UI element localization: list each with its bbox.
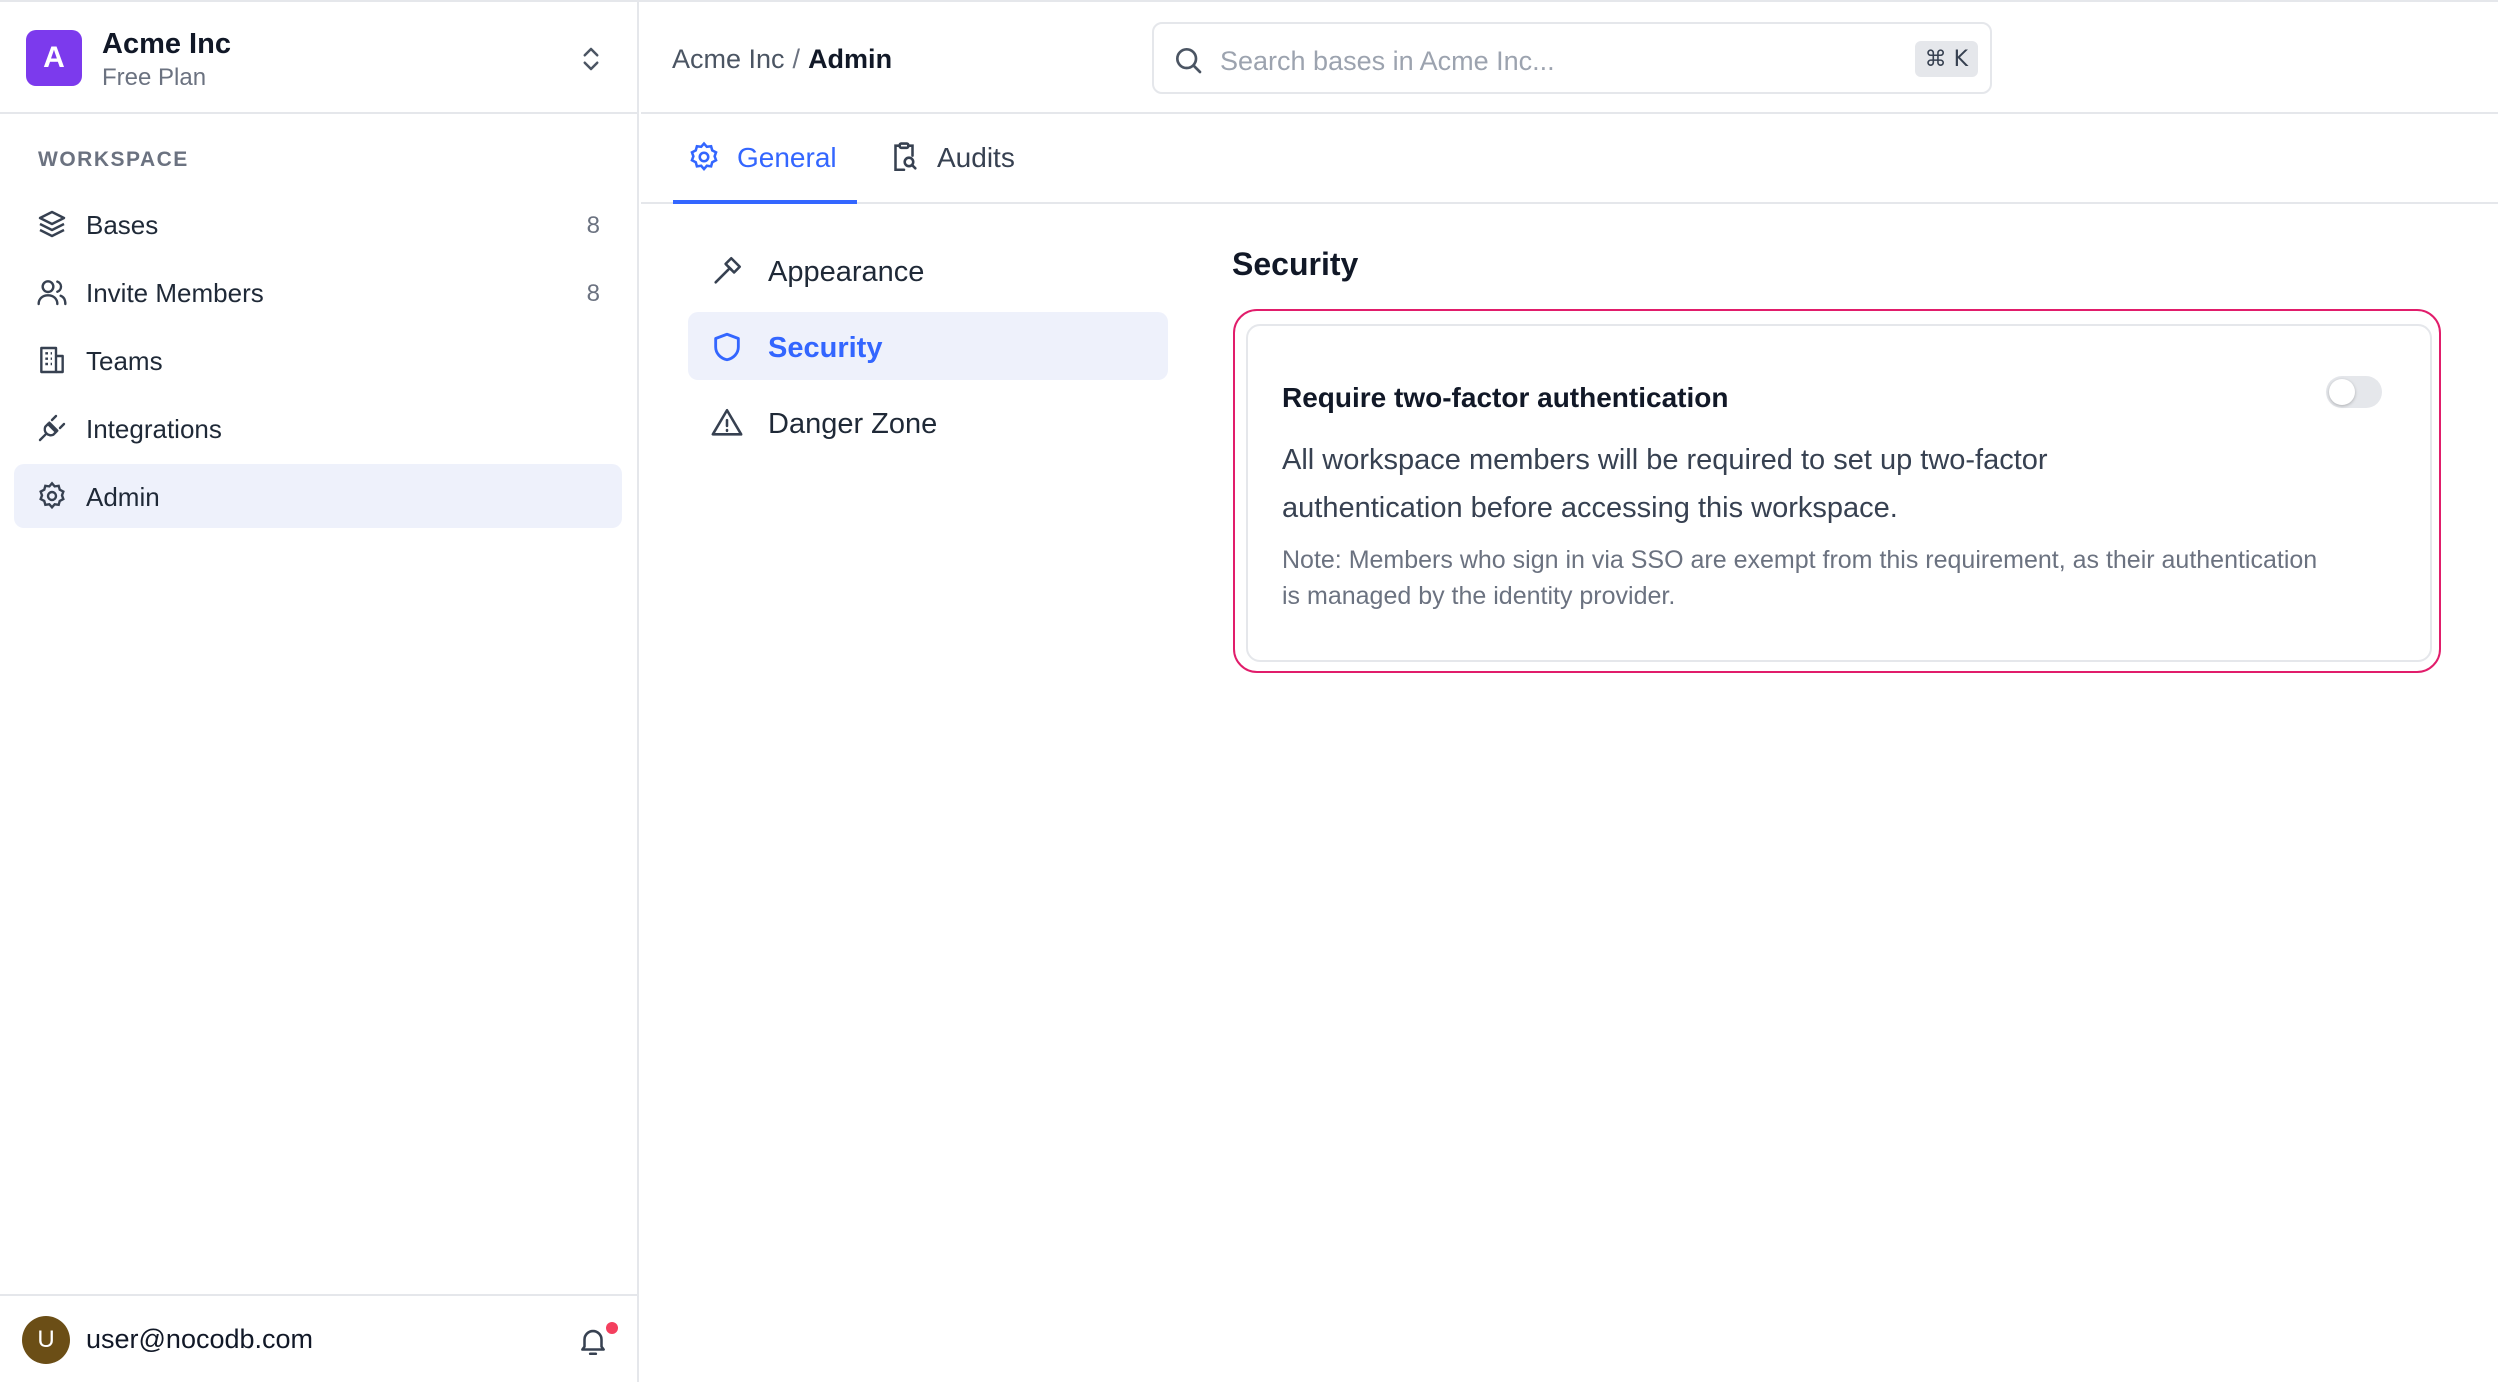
- sidebar-item-label: Integrations: [86, 414, 222, 444]
- toggle-knob: [2329, 379, 2355, 405]
- two-factor-card: Require two-factor authentication All wo…: [1246, 324, 2432, 662]
- user-bar: U user@nocodb.com: [0, 1294, 637, 1382]
- sidebar-item-integrations[interactable]: Integrations: [14, 396, 622, 460]
- submenu-item-security[interactable]: Security: [688, 312, 1168, 380]
- search-icon: [1176, 48, 1202, 74]
- notification-dot: [606, 1322, 618, 1334]
- workspace-plan: Free Plan: [102, 64, 207, 91]
- users-icon: [37, 280, 67, 306]
- card-note: Note: Members who sign in via SSO are ex…: [1282, 546, 2318, 610]
- sidebar-item-bases[interactable]: Bases 8: [14, 192, 622, 256]
- tab-audits[interactable]: Audits: [887, 114, 1037, 204]
- sidebar-item-count: 8: [586, 280, 600, 307]
- app-window: A Acme Inc Free Plan WORKSPACE Bases 8 I…: [0, 0, 2498, 1382]
- submenu-label: Danger Zone: [768, 408, 938, 440]
- shortcut-badge: ⌘ K: [1914, 41, 1978, 77]
- submenu-item-danger-zone[interactable]: Danger Zone: [688, 388, 1168, 456]
- user-email[interactable]: user@nocodb.com: [86, 1324, 313, 1355]
- tab-label: General: [737, 142, 837, 173]
- shield-icon: [714, 332, 740, 362]
- breadcrumb-current: Admin: [808, 44, 893, 74]
- submenu-label: Appearance: [768, 256, 925, 288]
- warning-icon: [711, 408, 743, 436]
- breadcrumb-separator: /: [792, 44, 801, 74]
- plug-icon: [38, 414, 66, 442]
- search-input[interactable]: Search bases in Acme Inc... ⌘ K: [1152, 22, 1992, 94]
- card-description: All workspace members will be required t…: [1282, 444, 2048, 524]
- bell-icon[interactable]: [576, 1324, 610, 1358]
- sidebar-item-count: 8: [586, 212, 600, 239]
- workspace-name: Acme Inc: [102, 28, 231, 60]
- tab-bar: General Audits: [641, 114, 2498, 204]
- building-icon: [40, 346, 64, 374]
- avatar[interactable]: U: [22, 1316, 70, 1364]
- gear-icon: [690, 141, 718, 171]
- sidebar-item-label: Admin: [86, 482, 160, 512]
- sidebar-item-label: Invite Members: [86, 278, 264, 308]
- card-title: Require two-factor authentication: [1282, 382, 1729, 413]
- breadcrumb-parent[interactable]: Acme Inc: [672, 44, 785, 74]
- sidebar-section-title: WORKSPACE: [38, 148, 189, 171]
- tab-label: Audits: [937, 142, 1015, 173]
- section-heading: Security: [1232, 246, 1359, 282]
- submenu-item-appearance[interactable]: Appearance: [688, 236, 1168, 304]
- two-factor-toggle[interactable]: [2326, 376, 2382, 408]
- breadcrumb: Acme Inc / Admin: [672, 44, 892, 75]
- sidebar-item-invite-members[interactable]: Invite Members 8: [14, 260, 622, 324]
- sidebar-item-teams[interactable]: Teams: [14, 328, 622, 392]
- sidebar-item-label: Teams: [86, 346, 163, 376]
- chevron-up-down-icon[interactable]: [576, 42, 606, 76]
- tab-general[interactable]: General: [673, 114, 857, 204]
- clipboard-search-icon: [894, 142, 917, 172]
- sidebar: A Acme Inc Free Plan WORKSPACE Bases 8 I…: [0, 2, 639, 1382]
- search-placeholder: Search bases in Acme Inc...: [1220, 46, 1555, 76]
- gear-icon: [39, 481, 65, 510]
- workspace-switcher[interactable]: A Acme Inc Free Plan: [0, 2, 637, 114]
- topbar: Acme Inc / Admin Search bases in Acme Inc.…: [641, 2, 2498, 114]
- workspace-logo: A: [26, 30, 82, 86]
- sidebar-item-label: Bases: [86, 210, 159, 240]
- sidebar-item-admin[interactable]: Admin: [14, 464, 622, 528]
- hammer-icon: [714, 256, 742, 284]
- layers-icon: [38, 210, 66, 238]
- submenu-label: Security: [768, 332, 883, 364]
